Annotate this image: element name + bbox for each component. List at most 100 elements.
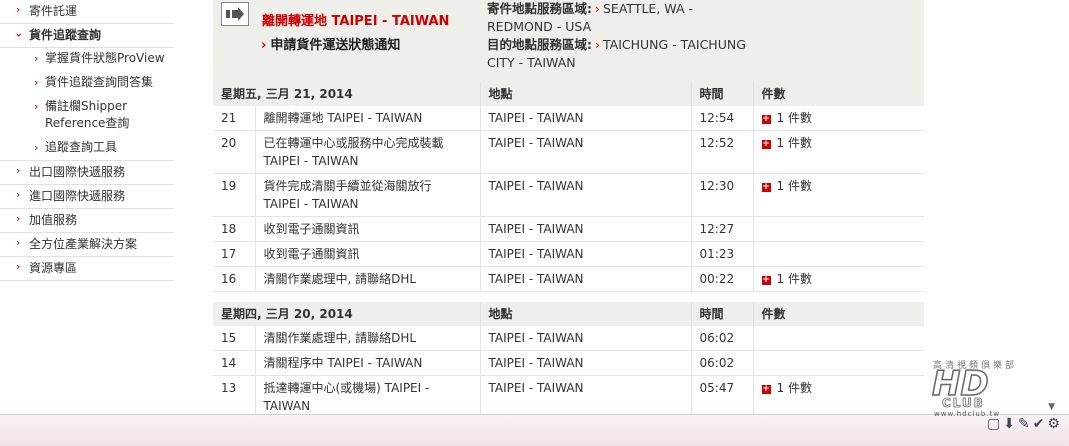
row-pieces [753,326,924,351]
expand-plus-icon[interactable]: + [761,183,771,192]
chevron-right-icon: › [595,1,600,16]
column-header-pieces: 件數 [753,302,924,326]
expand-plus-icon[interactable]: + [761,385,771,394]
column-header-location: 地點 [480,302,692,326]
row-pieces: +1 件數 [753,106,924,131]
row-pieces-label: 1 件數 [776,272,812,286]
sidebar-item-label: 出口國際快遞服務 [29,165,126,179]
chevron-right-icon: › [16,260,21,273]
browser-status-bar [0,414,1069,446]
sidebar-subitem-label: 掌握貨件狀態ProView [45,51,165,65]
shipment-summary: 離開轉運地 TAIPEI - TAIWAN › 申請貨件運送狀態通知 寄件地點服務… [213,0,924,82]
table-row: 16 清關作業處理中, 請聯絡DHL TAIPEI - TAIWAN 00:22 +1 … [213,266,924,292]
row-number: 20 [213,130,256,174]
row-pieces [753,216,924,242]
row-time: 12:54 [691,106,754,131]
status-tray-icons: ▢⬇✎✔⚙ [987,416,1063,432]
row-description: 清關作業處理中, 請聯絡DHL [255,266,481,292]
table-row: 14 清關程序中 TAIPEI - TAIWAN TAIPEI - TAIWAN 06… [213,350,924,376]
row-number: 18 [213,216,256,242]
row-pieces: +1 件數 [753,266,924,292]
transit-arrow-icon [221,2,249,26]
sidebar-item-tracking[interactable]: › 貨件追蹤查詢 [0,24,174,48]
row-location: TAIPEI - TAIWAN [480,266,692,292]
row-number: 19 [213,173,256,217]
expand-plus-icon[interactable]: + [761,276,771,285]
row-time: 00:22 [691,266,754,292]
row-pieces: +1 件數 [753,130,924,174]
date-header: 星期四, 三月 20, 2014 [213,302,481,326]
expand-plus-icon[interactable]: + [761,115,771,124]
table-row: 19 貨件完成清關手續並從海關放行 TAIPEI - TAIWAN TAIPEI -… [213,173,924,217]
row-description: 清關作業處理中, 請聯絡DHL [255,326,481,351]
sidebar-subitem-label: 備註欄Shipper Reference查詢 [45,99,130,130]
origin-service-area: 寄件地點服務區域: › SEATTLE, WA - REDMOND - USA [487,0,727,36]
chevron-right-icon: › [16,188,21,201]
row-location: TAIPEI - TAIWAN [480,350,692,376]
sidebar-item-export[interactable]: › 出口國際快遞服務 [0,161,174,185]
row-number: 16 [213,266,256,292]
row-pieces-label: 1 件數 [776,179,812,193]
row-description: 離開轉運地 TAIPEI - TAIWAN [255,106,481,131]
table-row: 20 已在轉運中心或服務中心完成裝載 TAIPEI - TAIWAN TAIPEI … [213,130,924,174]
row-location: TAIPEI - TAIWAN [480,241,692,267]
sidebar-subitem-shipper-reference[interactable]: › 備註欄Shipper Reference查詢 [0,96,174,137]
row-number: 15 [213,326,256,351]
destination-service-area: 目的地點服務區域: › TAICHUNG - TAICHUNG CITY - TAI… [487,36,757,72]
sidebar-item-ship[interactable]: › 寄件託運 [0,0,174,24]
row-location: TAIPEI - TAIWAN [480,375,692,419]
sidebar-item-value-added[interactable]: › 加值服務 [0,209,174,233]
chevron-right-icon: › [34,76,39,89]
sidebar-item-import[interactable]: › 進口國際快遞服務 [0,185,174,209]
row-time: 12:27 [691,216,754,242]
date-header-row: 星期四, 三月 20, 2014 地點 時間 件數 [213,302,924,326]
sidebar-item-industry[interactable]: › 全方位產業解決方案 [0,233,174,257]
date-header-row: 星期五, 三月 21, 2014 地點 時間 件數 [213,82,924,106]
row-number: 13 [213,375,256,419]
row-location: TAIPEI - TAIWAN [480,326,692,351]
table-row: 18 收到電子通關資訊 TAIPEI - TAIWAN 12:27 [213,216,924,242]
row-location: TAIPEI - TAIWAN [480,130,692,174]
chevron-right-icon: › [34,100,39,113]
row-location: TAIPEI - TAIWAN [480,173,692,217]
sidebar-subitem-label: 追蹤查詢工具 [45,140,118,154]
chevron-right-icon: › [34,141,39,154]
transit-status: 離開轉運地 TAIPEI - TAIWAN [262,14,450,29]
chevron-right-icon: › [34,52,39,65]
expand-plus-icon[interactable]: + [761,140,771,149]
row-description: 清關程序中 TAIPEI - TAIWAN [255,350,481,376]
table-row: 13 抵達轉運中心(或機場) TAIPEI - TAIWAN TAIPEI - TA… [213,375,924,419]
table-row: 21 離開轉運地 TAIPEI - TAIWAN TAIPEI - TAIWAN 12… [213,106,924,131]
column-header-location: 地點 [480,82,692,106]
sidebar-subitem-label: 貨件追蹤查詢問答集 [45,75,154,89]
row-description: 收到電子通關資訊 [255,241,481,267]
destination-label: 目的地點服務區域: [487,37,592,52]
watermark-site: www.hdclub.tw [934,410,1001,418]
chevron-down-icon: › [12,32,26,38]
sidebar-item-resources[interactable]: › 資源專區 [0,257,174,281]
row-location: TAIPEI - TAIWAN [480,106,692,131]
notify-link[interactable]: › 申請貨件運送狀態通知 [261,34,400,53]
row-time: 06:02 [691,326,754,351]
row-description: 貨件完成清關手續並從海關放行 TAIPEI - TAIWAN [255,173,481,217]
row-time: 06:02 [691,350,754,376]
column-header-time: 時間 [691,82,754,106]
row-pieces-label: 1 件數 [776,111,812,125]
sidebar-subitem-proview[interactable]: › 掌握貨件狀態ProView [0,48,174,72]
sidebar-item-label: 貨件追蹤查詢 [29,28,102,42]
table-row: 17 收到電子通關資訊 TAIPEI - TAIWAN 01:23 [213,241,924,267]
row-number: 21 [213,106,256,131]
row-description: 已在轉運中心或服務中心完成裝載 TAIPEI - TAIWAN [255,130,481,174]
sidebar-subitem-faq[interactable]: › 貨件追蹤查詢問答集 [0,72,174,96]
sidebar-item-label: 加值服務 [29,213,78,227]
table-row: 15 清關作業處理中, 請聯絡DHL TAIPEI - TAIWAN 06:02 [213,326,924,351]
sidebar-item-label: 進口國際快遞服務 [29,189,126,203]
chevron-right-icon: › [16,164,21,177]
scroll-down-arrow[interactable]: ▼ [1048,402,1055,412]
tracking-results: 離開轉運地 TAIPEI - TAIWAN › 申請貨件運送狀態通知 寄件地點服務… [213,0,924,419]
row-description: 收到電子通關資訊 [255,216,481,242]
row-pieces-label: 1 件數 [776,381,812,395]
hdclub-watermark-logo: 高清視頻俱樂部 HD CLUB www.hdclub.tw [930,358,1022,418]
row-pieces-label: 1 件數 [776,136,812,150]
sidebar-subitem-tools[interactable]: › 追蹤查詢工具 [0,137,174,161]
